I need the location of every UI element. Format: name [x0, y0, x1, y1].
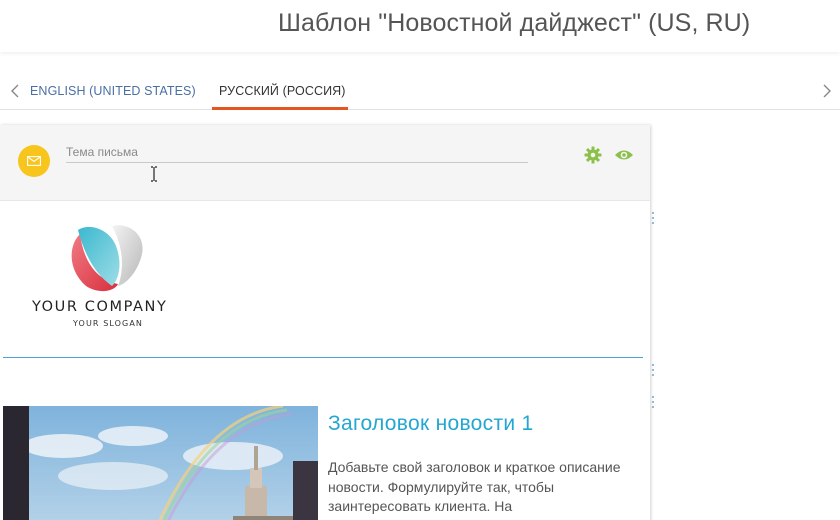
tab-english-us[interactable]: ENGLISH (UNITED STATES): [30, 84, 196, 98]
logo-company-name: YOUR COMPANY: [32, 299, 168, 315]
envelope-icon: [18, 145, 50, 177]
chevron-left-icon[interactable]: [8, 82, 22, 100]
block-drag-handle[interactable]: [651, 364, 655, 376]
news-image[interactable]: [3, 406, 318, 520]
active-tab-indicator: [212, 107, 348, 110]
page-title: Шаблон "Новостной дайджест" (US, RU): [278, 9, 751, 37]
gear-icon[interactable]: [583, 145, 603, 165]
subject-input[interactable]: [66, 141, 528, 163]
content-divider: [3, 357, 643, 358]
eye-icon[interactable]: [614, 145, 634, 165]
news-description[interactable]: Добавьте свой заголовок и краткое описан…: [328, 458, 628, 517]
text-cursor-icon: [150, 166, 158, 187]
email-editor: YOUR COMPANY YOUR SLOGAN Заголо: [0, 125, 650, 520]
company-logo[interactable]: [28, 220, 188, 332]
subject-bar: [0, 125, 650, 201]
page-header: Шаблон "Новостной дайджест" (US, RU): [0, 0, 840, 52]
logo-slogan: YOUR SLOGAN: [73, 319, 144, 328]
tab-russian[interactable]: РУССКИЙ (РОССИЯ): [219, 84, 346, 98]
block-drag-handle[interactable]: [651, 212, 655, 224]
news-title[interactable]: Заголовок новости 1: [328, 412, 534, 436]
language-tabs: ENGLISH (UNITED STATES) РУССКИЙ (РОССИЯ): [0, 74, 840, 110]
chevron-right-icon[interactable]: [820, 82, 834, 100]
block-drag-handle[interactable]: [651, 396, 655, 408]
